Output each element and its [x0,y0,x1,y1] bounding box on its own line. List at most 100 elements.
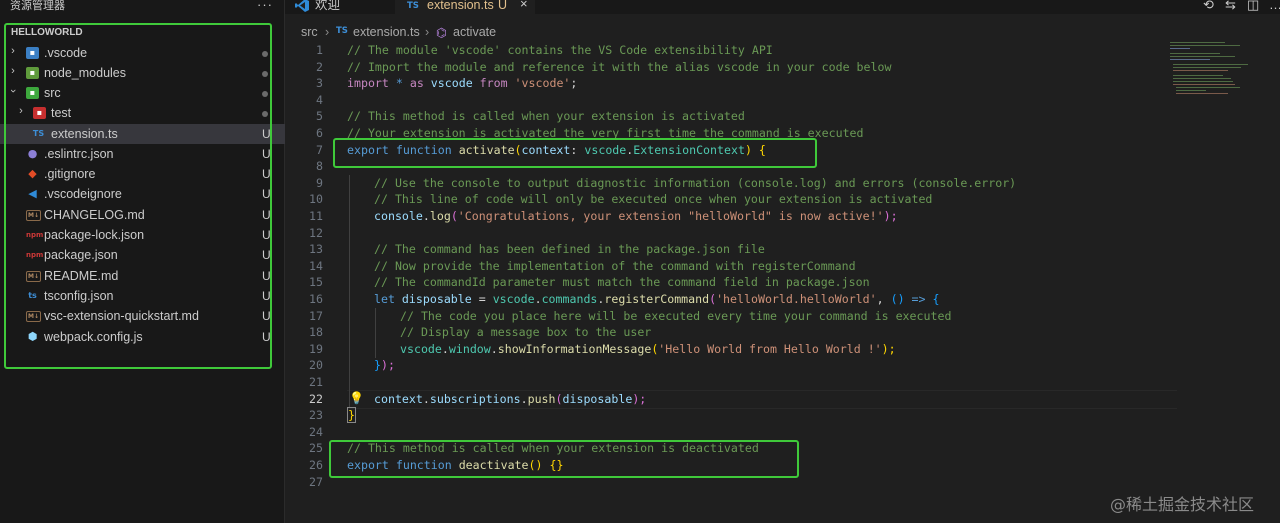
workspace-root[interactable]: HELLOWORLD [0,24,285,42]
tree-item-gitignore[interactable]: ◆ .gitignore U [0,164,285,184]
tsconfig-file-icon: ts [28,291,37,300]
tree-item-package-json[interactable]: npm package.json U [0,245,285,265]
timeline-icon[interactable]: ⟲ [1203,0,1214,13]
code-line: 1 // The module 'vscode' contains the VS … [285,42,1185,59]
compare-changes-icon[interactable]: ⇆ [1225,0,1236,13]
tree-item-label: README.md [44,269,119,283]
comment: // The command has been defined in the p… [374,242,765,257]
punctuation: ; [570,76,578,91]
minimap-line [1170,59,1210,60]
line-number: 2 [316,59,323,74]
comment: // Display a message box to the user [400,325,652,340]
line-number: 1 [316,43,323,57]
tree-item-vscode-folder[interactable]: › ▪ .vscode [0,43,285,63]
keyword: import [347,76,389,91]
tree-item-tsconfig[interactable]: ts tsconfig.json U [0,286,285,306]
code-line: 21 [285,374,1185,391]
code-line: 11 console.log('Congratulations, your ext… [285,208,1185,225]
namespace: vscode [400,341,442,356]
minimap-line [1173,67,1241,68]
line-number: 15 [309,275,323,290]
split-editor-icon[interactable]: ◫ [1247,0,1259,13]
tree-item-webpack[interactable]: ⬢ webpack.config.js U [0,327,285,347]
tree-item-src-folder[interactable]: › ▪ src [0,83,285,103]
vscode-file-icon: ◀ [28,187,37,200]
tree-item-quickstart[interactable]: M↓ vsc-extension-quickstart.md U [0,306,285,326]
chevron-right-icon: › [19,105,23,117]
code-line: 5 // This method is called when your exte… [285,108,1185,125]
tree-item-eslintrc[interactable]: ● .eslintrc.json U [0,144,285,164]
markdown-file-icon: M↓ [26,271,41,282]
bracket: ) [744,142,759,157]
minimap-line [1173,70,1228,71]
vertical-scrollbar[interactable] [1265,42,1279,502]
tree-item-vscodeignore[interactable]: ◀ .vscodeignore U [0,184,285,204]
watermark: @稀土掘金技术社区 [1110,495,1255,514]
line-number: 27 [309,474,323,489]
comment: // This method is called when your exten… [347,109,745,124]
code-line: 10 // This line of code will only be exec… [285,191,1185,208]
namespace: vscode [492,292,535,306]
workspace-root-label: HELLOWORLD [11,27,83,38]
git-status: U [262,309,271,323]
function-name: deactivate [458,458,529,472]
comment: // This line of code will only be execut… [374,192,933,207]
tree-item-extension-ts[interactable]: TS extension.ts U [0,124,285,144]
modified-dot [262,91,268,97]
tree-item-readme[interactable]: M↓ README.md U [0,266,285,286]
tree-item-changelog[interactable]: M↓ CHANGELOG.md U [0,205,285,225]
identifier: subscriptions [429,391,521,406]
line-number: 5 [316,109,323,124]
code-line: 26 export function deactivate() {} [285,457,1185,474]
function-name: registerCommand [604,292,710,306]
vscode-window: 资源管理器 ··· HELLOWORLD › ▪ .vscode › ▪ nod… [0,0,1280,523]
minimap[interactable] [1170,40,1260,100]
tab-label: extension.ts [427,0,494,12]
line-number: 10 [309,192,323,207]
code-editor[interactable]: 1 // The module 'vscode' contains the VS … [285,42,1280,502]
tab-bar: 欢迎 TS extension.ts U × ⟲ ⇆ ◫ … [285,0,1280,14]
git-status: U [262,167,271,181]
operator: * [388,76,410,91]
minimap-line [1173,84,1235,85]
close-icon[interactable]: × [520,0,528,10]
tab-extension-ts[interactable]: TS extension.ts U × [395,0,535,14]
punctuation: , [876,292,891,306]
code-line: 14 // Now provide the implementation of t… [285,258,1185,275]
more-actions-icon[interactable]: … [1269,0,1280,12]
punctuation: . [534,292,542,306]
bracket: ); [883,209,898,223]
more-actions-icon[interactable]: ··· [257,0,273,12]
code-line: 8 [285,158,1185,175]
bracket: ( [514,142,522,157]
code-line: 20}); [285,357,1185,374]
keyword: function [388,458,459,472]
sidebar-title: 资源管理器 [10,0,65,12]
line-number: 9 [316,175,323,190]
bracket: { [932,292,940,306]
bracket: ); [632,391,647,406]
keyword: function [388,142,459,157]
tree-item-package-lock[interactable]: npm package-lock.json U [0,225,285,245]
tree-item-label: vsc-extension-quickstart.md [44,309,199,323]
bracket: } [347,407,356,424]
breadcrumb-folder[interactable]: src [301,25,318,39]
tree-item-label: CHANGELOG.md [44,208,145,222]
operator: => [904,292,933,306]
tree-item-label: .gitignore [44,167,96,181]
webpack-file-icon: ⬢ [27,330,38,343]
parameter: context [521,142,571,157]
breadcrumb-symbol[interactable]: activate [453,25,496,39]
chevron-right-icon: › [11,45,15,57]
breadcrumb-file[interactable]: extension.ts [353,25,420,39]
lightbulb-icon[interactable]: 💡 [349,391,364,405]
eslint-file-icon: ● [27,147,38,160]
string: 'vscode' [507,76,571,91]
tab-welcome[interactable]: 欢迎 [285,0,395,14]
tree-item-test-folder[interactable]: › ▪ test [0,103,285,123]
bracket: ( [450,209,458,223]
code-line: 23} [285,407,1185,424]
markdown-file-icon: M↓ [26,311,41,322]
function-name: log [429,209,451,223]
tree-item-node-modules-folder[interactable]: › ▪ node_modules [0,63,285,83]
